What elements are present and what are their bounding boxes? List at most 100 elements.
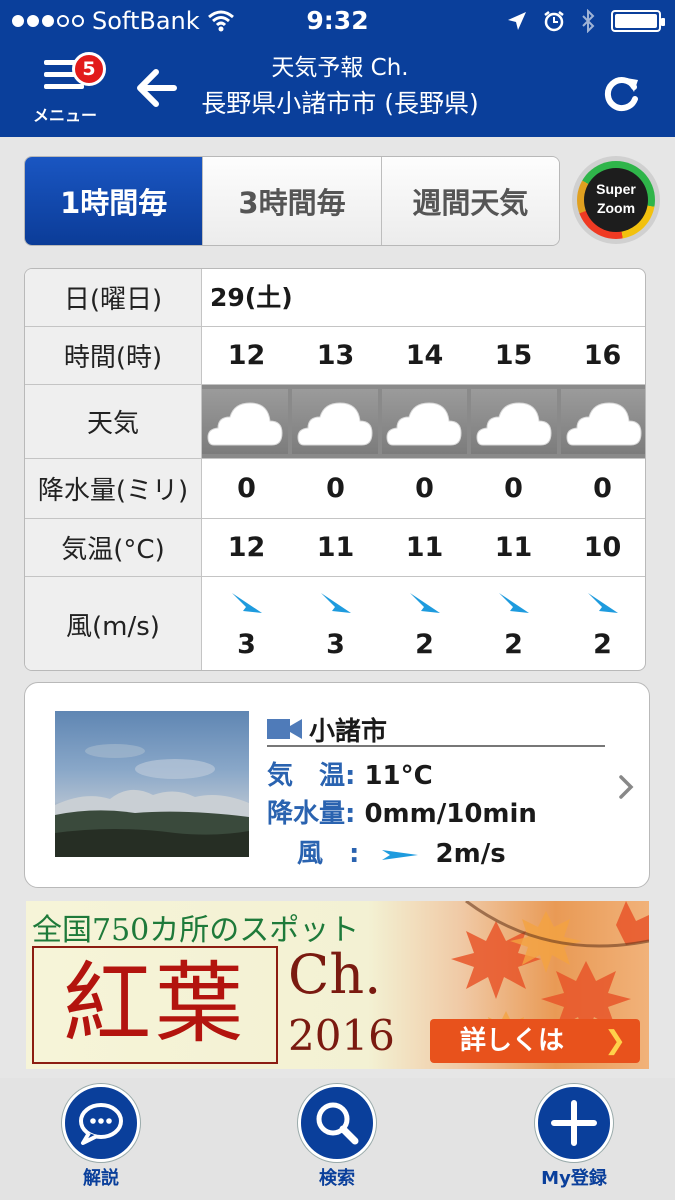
- plus-icon: [551, 1100, 597, 1146]
- row-label-wind: 風(m/s): [25, 577, 202, 670]
- camera-temperature: 気 温: 11°C: [267, 755, 433, 792]
- hour-cell: 13: [316, 340, 355, 371]
- wind-cell: 3: [291, 577, 380, 670]
- wind-cell: 2: [558, 577, 645, 670]
- nav-explanation-label: 解説: [83, 1168, 119, 1189]
- row-day: 日(曜日) 29(土): [25, 269, 645, 327]
- refresh-button[interactable]: [594, 66, 648, 120]
- banner-title: 紅葉: [32, 946, 278, 1064]
- weather-cell: [291, 389, 378, 454]
- back-button[interactable]: [130, 60, 186, 116]
- tab-weekly[interactable]: 週間天気: [380, 157, 559, 245]
- battery-level-fill: [615, 14, 657, 28]
- banner-year: 2016: [288, 1011, 395, 1060]
- cloud-icon: [476, 401, 552, 445]
- nav-myregister-label: My登録: [541, 1168, 607, 1189]
- menu-label: メニュー: [32, 106, 97, 125]
- hour-cell: 14: [405, 340, 444, 371]
- row-label-weather: 天気: [25, 385, 202, 458]
- hour-cell: 15: [494, 340, 533, 371]
- live-camera-card[interactable]: 小諸市 気 温: 11°C 降水量: 0mm/10min 風 : 2m/s: [24, 682, 650, 888]
- location-title: 長野県小諸市市 (長野県): [201, 89, 479, 118]
- wind-value: 2m/s: [435, 839, 506, 869]
- nav-myregister-button[interactable]: My登録: [524, 1084, 624, 1196]
- temp-cell: 12: [227, 532, 266, 563]
- row-temperature: 気温(°C) 12 11 11 11 10: [25, 519, 645, 577]
- chat-bubble-icon: [79, 1103, 123, 1145]
- rain-cell: 0: [415, 473, 434, 504]
- wind-arrow-icon: [231, 593, 262, 613]
- nav-search-label: 検索: [319, 1168, 355, 1189]
- wind-speed-value: 3: [326, 629, 345, 660]
- header-title-block: 天気予報 Ch. 長野県小諸市市 (長野県): [180, 52, 500, 124]
- weather-cell: [471, 389, 558, 454]
- row-label-rain: 降水量(ミリ): [25, 459, 202, 518]
- back-arrow-icon: [137, 69, 177, 107]
- alarm-icon: [544, 11, 564, 32]
- row-time: 時間(時) 12 13 14 15 16: [25, 327, 645, 385]
- cloud-icon: [566, 401, 642, 445]
- notification-badge: 5: [72, 52, 106, 86]
- hourly-forecast-table: 日(曜日) 29(土) 時間(時) 12 13 14 15 16 天気 降水量(…: [24, 268, 646, 671]
- rain-value: 0mm/10min: [364, 799, 537, 829]
- weather-cell: [381, 389, 468, 454]
- row-label-time: 時間(時): [25, 327, 202, 384]
- rain-cell: 0: [237, 473, 256, 504]
- rain-cell: 0: [326, 473, 345, 504]
- battery-icon: [611, 10, 665, 32]
- autumn-leaves-banner-ad[interactable]: 全国750カ所のスポット 紅葉 Ch. 2016 詳しくは ❯: [26, 901, 649, 1069]
- hour-cell: 12: [227, 340, 266, 371]
- rain-cell: 0: [593, 473, 612, 504]
- search-icon: [316, 1102, 359, 1145]
- rain-cell: 0: [504, 473, 523, 504]
- superzoom-line2: Zoom: [596, 200, 636, 216]
- wind-cell: 2: [469, 577, 558, 670]
- camera-wind: 風 : 2m/s: [297, 833, 506, 870]
- status-bar: SoftBank 9:32: [0, 0, 675, 44]
- bluetooth-icon: [582, 9, 595, 33]
- temp-cell: 10: [583, 532, 622, 563]
- app-header: SoftBank 9:32 5 メニュー 天気予報 Ch. 長野県小諸市市 (長…: [0, 0, 675, 137]
- camera-title: 小諸市: [267, 709, 605, 747]
- refresh-icon: [604, 77, 638, 111]
- tab-hourly[interactable]: 1時間毎: [25, 157, 203, 245]
- temperature-value: 11°C: [364, 761, 433, 791]
- row-wind: 風(m/s) 3 3 2 2 2: [25, 577, 645, 670]
- cloud-icon: [297, 401, 373, 445]
- hour-cell: 16: [583, 340, 622, 371]
- wind-arrow-icon: [320, 593, 351, 613]
- menu-button[interactable]: 5 メニュー: [30, 52, 110, 128]
- weather-cell: [561, 389, 645, 454]
- temp-cell: 11: [316, 532, 355, 563]
- superzoom-label: Super Zoom: [584, 168, 648, 232]
- rain-label: 降水量:: [267, 799, 356, 829]
- wind-direction-icon: [382, 849, 419, 860]
- row-rain: 降水量(ミリ) 0 0 0 0 0: [25, 459, 645, 519]
- cloud-icon: [386, 401, 462, 445]
- nav-explanation-button[interactable]: 解説: [51, 1084, 151, 1196]
- row-label-temperature: 気温(°C): [25, 519, 202, 576]
- cloud-icon: [207, 401, 283, 445]
- tab-3hourly[interactable]: 3時間毎: [202, 157, 381, 245]
- temp-cell: 11: [494, 532, 533, 563]
- banner-details-button[interactable]: 詳しくは ❯: [430, 1019, 640, 1063]
- temperature-label: 気 温:: [267, 761, 356, 791]
- wind-cell: 2: [380, 577, 469, 670]
- nav-search-button[interactable]: 検索: [287, 1084, 387, 1196]
- wind-arrow-icon: [498, 593, 529, 613]
- camera-rain: 降水量: 0mm/10min: [267, 793, 537, 830]
- banner-cta-label: 詳しくは: [460, 1026, 565, 1056]
- row-weather: 天気: [25, 385, 645, 459]
- chevron-right-icon: [619, 775, 634, 799]
- superzoom-button[interactable]: Super Zoom: [572, 156, 660, 244]
- temp-cell: 11: [405, 532, 444, 563]
- chevron-right-icon: ❯: [604, 1026, 626, 1056]
- banner-ch: Ch.: [288, 943, 382, 1006]
- day-value: 29(土): [210, 283, 293, 312]
- camera-place-name: 小諸市: [309, 717, 388, 747]
- wind-speed-value: 2: [504, 629, 523, 660]
- row-label-day: 日(曜日): [25, 269, 202, 326]
- superzoom-line1: Super: [596, 181, 636, 197]
- weather-cell: [202, 389, 288, 454]
- location-arrow-icon: [508, 12, 526, 30]
